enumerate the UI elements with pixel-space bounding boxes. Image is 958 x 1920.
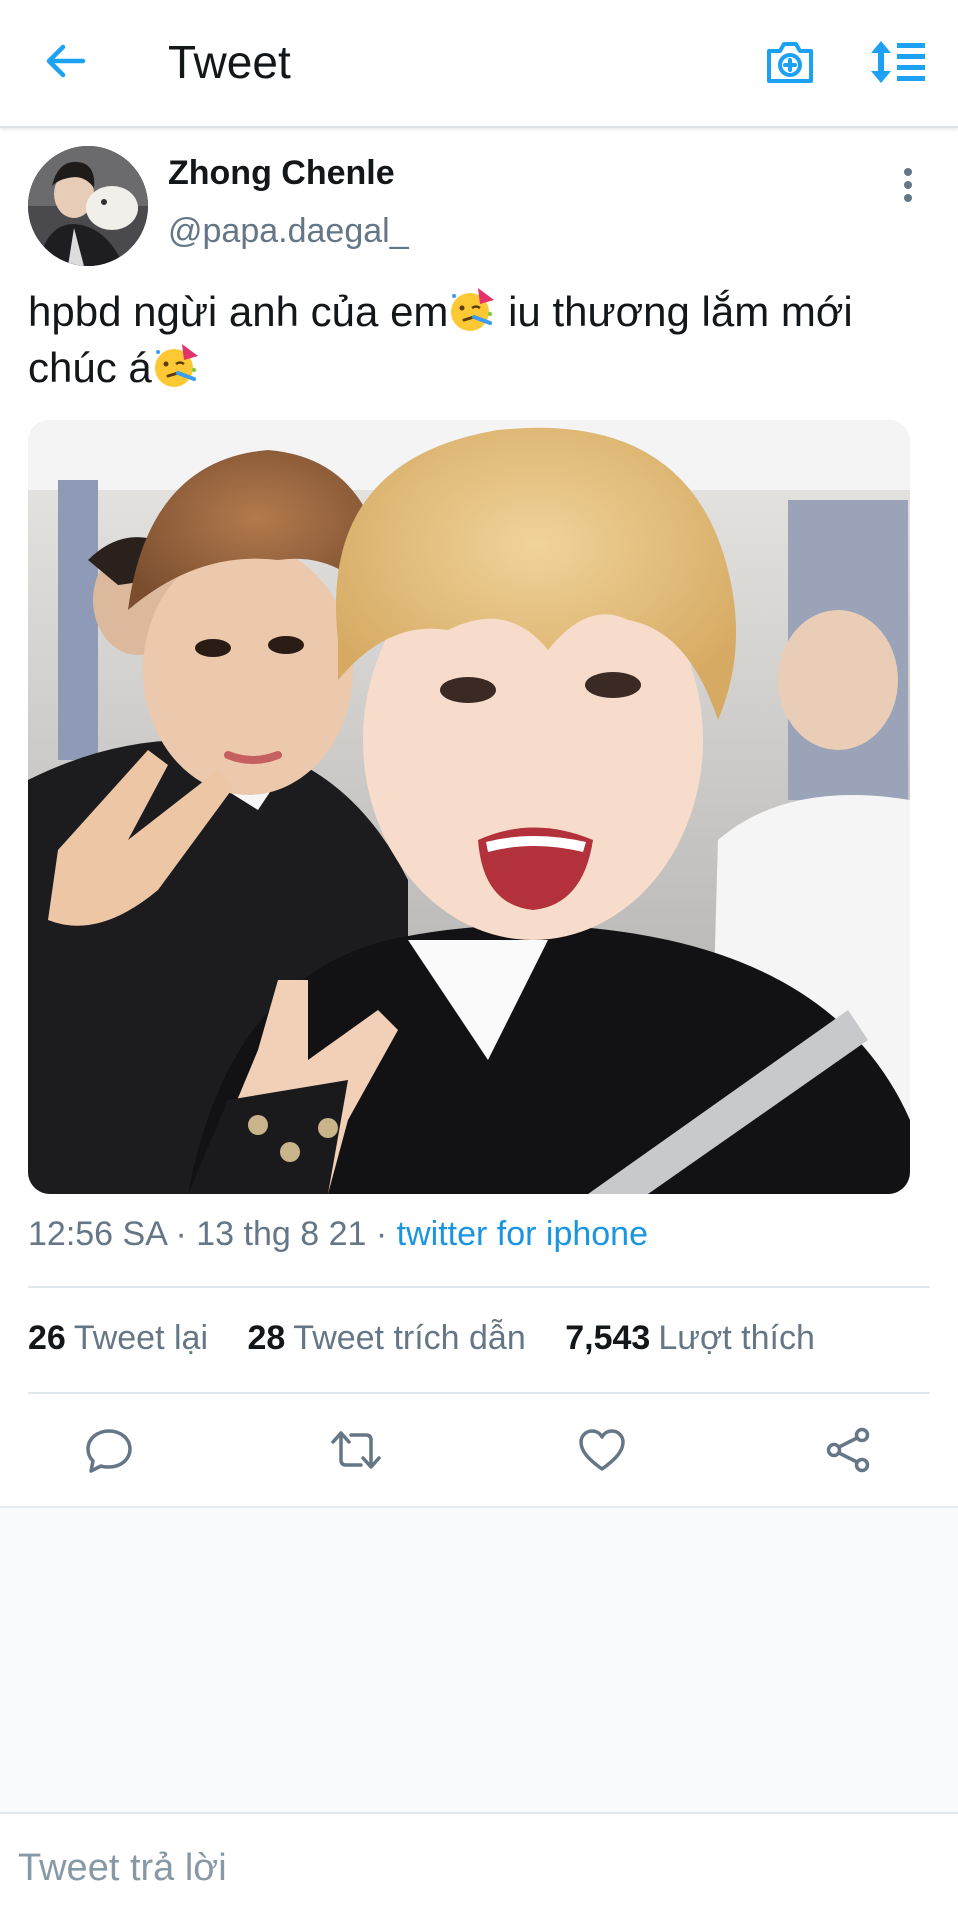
meta-separator: · (375, 1215, 388, 1253)
selfie-photo (28, 420, 910, 1194)
tweet-source-link[interactable]: twitter for iphone (397, 1215, 648, 1253)
tweet-text: hpbd ngừi anh của em iu thương lắm mới c… (28, 284, 938, 396)
retweets-stat[interactable]: 26 Tweet lại (28, 1316, 208, 1360)
retweet-icon (331, 1431, 381, 1469)
reply-bubble-icon (86, 1429, 132, 1473)
retweet-button[interactable] (326, 1420, 386, 1480)
camera-plus-icon (767, 42, 813, 83)
quotes-stat[interactable]: 28 Tweet trích dẫn (247, 1316, 525, 1360)
share-button[interactable] (818, 1420, 878, 1480)
author-name[interactable]: Zhong Chenle (168, 152, 395, 194)
reply-button[interactable] (79, 1420, 139, 1480)
tweet-detail-screen: Tweet Zhong Chenle @papa.daegal_ hpbd ng… (0, 0, 958, 1920)
more-options-button[interactable] (886, 160, 930, 210)
reply-bar (0, 1812, 958, 1920)
retweets-label: Tweet lại (73, 1319, 209, 1357)
tweet-photo[interactable] (28, 420, 910, 1194)
meta-separator: · (175, 1215, 187, 1253)
tweet-date: 13 thg 8 21 (196, 1215, 367, 1253)
camera-button[interactable] (760, 32, 820, 92)
tweet-time: 12:56 SA (28, 1215, 167, 1253)
page-title: Tweet (168, 36, 291, 88)
more-vertical-icon (904, 168, 912, 202)
tweet-meta: 12:56 SA · 13 thg 8 21 · twitter for iph… (28, 1212, 648, 1256)
arrow-left-icon (46, 44, 86, 78)
retweets-count: 26 (28, 1319, 66, 1357)
tweet-text-part: chúc á (28, 344, 152, 391)
likes-label: Lượt thích (658, 1319, 815, 1357)
avatar[interactable] (28, 146, 148, 266)
avatar-photo (28, 146, 148, 266)
sort-button[interactable] (866, 30, 930, 94)
likes-count: 7,543 (565, 1319, 651, 1357)
likes-stat[interactable]: 7,543 Lượt thích (565, 1316, 815, 1360)
tweet-stats: 26 Tweet lại 28 Tweet trích dẫn 7,543 Lượt … (28, 1316, 845, 1360)
like-button[interactable] (572, 1420, 632, 1480)
tweet-text-part: hpbd ngừi anh của em (28, 288, 449, 335)
tweet-text-part: iu thương lắm mới (496, 288, 853, 335)
back-button[interactable] (34, 30, 96, 92)
replies-area (0, 1506, 958, 1814)
share-icon (826, 1427, 870, 1473)
divider (28, 1392, 930, 1394)
quotes-count: 28 (247, 1319, 286, 1357)
sort-list-icon (871, 41, 925, 83)
reply-input[interactable] (18, 1842, 918, 1894)
quotes-label: Tweet trích dẫn (293, 1319, 526, 1357)
author-handle[interactable]: @papa.daegal_ (168, 210, 409, 252)
partying-face-icon (451, 288, 495, 331)
top-app-bar: Tweet (0, 0, 958, 128)
partying-face-icon (154, 344, 198, 387)
divider (28, 1286, 930, 1288)
heart-icon (579, 1429, 625, 1471)
